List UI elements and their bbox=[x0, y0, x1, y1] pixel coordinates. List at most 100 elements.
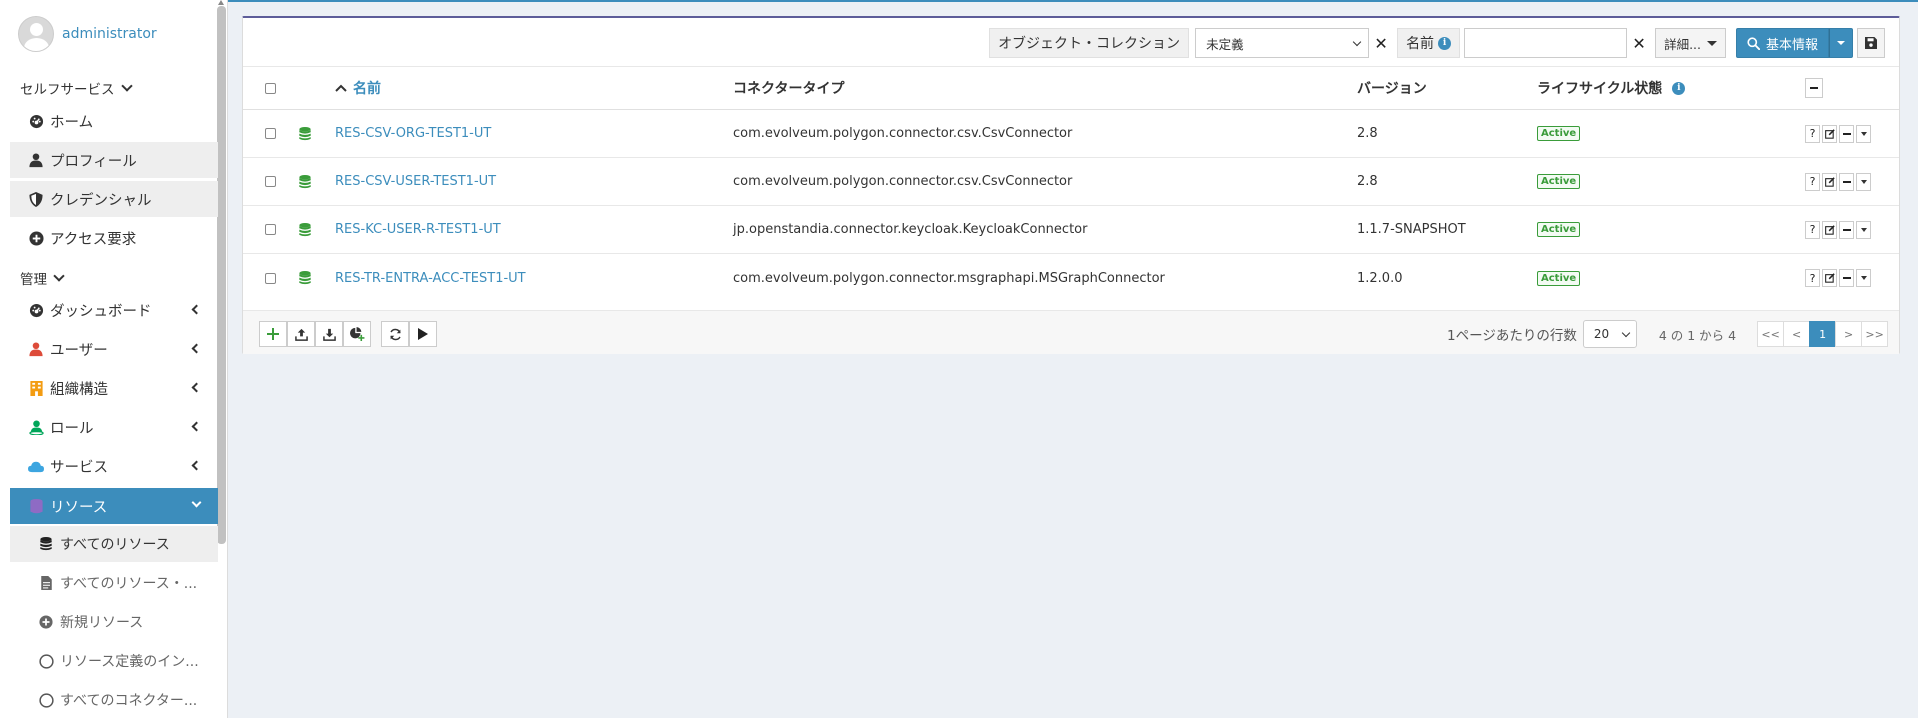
help-button[interactable]: ? bbox=[1805, 220, 1820, 239]
sidebar-item-label: ロール bbox=[50, 420, 94, 437]
sidebar-item-all-resources[interactable]: すべてのリソース bbox=[10, 526, 218, 562]
caret-down-icon bbox=[1837, 41, 1845, 45]
info-icon[interactable]: i bbox=[1672, 81, 1686, 95]
resource-name-link[interactable]: RES-TR-ENTRA-ACC-TEST1-UT bbox=[335, 254, 526, 302]
row-checkbox[interactable] bbox=[265, 128, 276, 139]
save-search-button[interactable] bbox=[1857, 28, 1885, 58]
collapse-button[interactable] bbox=[1805, 78, 1823, 98]
row-menu-button[interactable] bbox=[1856, 124, 1871, 143]
sidebar-item-dashboard[interactable]: ダッシュボード bbox=[10, 292, 218, 328]
header-actions-cell bbox=[1805, 67, 1825, 109]
sidebar-item-label: アクセス要求 bbox=[50, 231, 137, 248]
basic-info-button[interactable]: 基本情報 bbox=[1735, 28, 1829, 58]
table-row[interactable]: RES-KC-USER-R-TEST1-UT jp.openstandia.co… bbox=[243, 206, 1899, 254]
column-header-lifecycle: ライフサイクル状態 i bbox=[1537, 67, 1686, 109]
remove-button[interactable] bbox=[1839, 269, 1854, 287]
download-button[interactable] bbox=[315, 321, 343, 347]
resource-name-link[interactable]: RES-CSV-ORG-TEST1-UT bbox=[335, 110, 491, 157]
basic-info-dropdown-toggle[interactable] bbox=[1829, 28, 1853, 58]
search-toolbar: オブジェクト・コレクション 未定義 ✕ 名前 i ✕ 詳細... 基本情報 bbox=[989, 28, 1899, 58]
table-row[interactable]: RES-CSV-USER-TEST1-UT com.evolveum.polyg… bbox=[243, 158, 1899, 206]
clear-collection-icon[interactable]: ✕ bbox=[1369, 28, 1393, 58]
remove-button[interactable] bbox=[1839, 172, 1854, 191]
table-footer: 1ページあたりの行数 20 4 の 1 から 4 << < 1 > >> bbox=[243, 310, 1899, 354]
status-badge: Active bbox=[1537, 270, 1581, 286]
section-admin[interactable]: 管理 bbox=[20, 268, 65, 288]
pager-last[interactable]: >> bbox=[1861, 321, 1889, 347]
table-row[interactable]: RES-CSV-ORG-TEST1-UT com.evolveum.polygo… bbox=[243, 110, 1899, 158]
more-options-label: 詳細... bbox=[1664, 36, 1701, 52]
help-button[interactable]: ? bbox=[1805, 269, 1820, 287]
help-button[interactable]: ? bbox=[1805, 124, 1820, 143]
rows-per-page-label: 1ページあたりの行数 bbox=[1447, 328, 1577, 344]
select-all-checkbox[interactable] bbox=[265, 82, 276, 94]
pager-next[interactable]: > bbox=[1835, 321, 1863, 347]
upload-button[interactable] bbox=[287, 321, 315, 347]
remove-button[interactable] bbox=[1839, 220, 1854, 239]
sidebar-item-profile[interactable]: プロフィール bbox=[10, 142, 218, 178]
row-actions: ? bbox=[1805, 158, 1873, 205]
sidebar-item-roles[interactable]: ロール bbox=[10, 409, 218, 445]
sidebar-item-resources[interactable]: リソース bbox=[10, 488, 218, 524]
minus-icon bbox=[1842, 180, 1851, 183]
add-resource-button[interactable] bbox=[259, 321, 287, 347]
edit-button[interactable] bbox=[1822, 172, 1837, 191]
name-filter-input[interactable] bbox=[1464, 28, 1628, 58]
pager-prev[interactable]: < bbox=[1783, 321, 1811, 347]
refresh-button[interactable] bbox=[381, 321, 409, 347]
sidebar-item-new-resource[interactable]: 新規リソース bbox=[10, 604, 218, 640]
row-menu-button[interactable] bbox=[1856, 172, 1871, 191]
rows-per-page-select[interactable]: 20 bbox=[1582, 320, 1637, 348]
sidebar-item-access-request[interactable]: アクセス要求 bbox=[10, 220, 218, 256]
sidebar-item-credentials[interactable]: クレデンシャル bbox=[10, 181, 218, 217]
row-menu-button[interactable] bbox=[1856, 269, 1871, 287]
pager-page[interactable]: 1 bbox=[1809, 321, 1837, 347]
sidebar-item-users[interactable]: ユーザー bbox=[10, 331, 218, 367]
remove-button[interactable] bbox=[1839, 124, 1854, 143]
more-options-button[interactable]: 詳細... bbox=[1655, 28, 1726, 58]
clear-name-icon[interactable]: ✕ bbox=[1627, 28, 1651, 58]
caret-down-icon bbox=[1860, 131, 1867, 136]
status-badge: Active bbox=[1537, 222, 1581, 237]
sidebar-scrollbar[interactable] bbox=[217, 6, 226, 544]
pager-first[interactable]: << bbox=[1757, 321, 1785, 347]
section-self-service[interactable]: セルフサービス bbox=[20, 78, 133, 98]
sidebar-item-import-resource-def[interactable]: リソース定義のイン... bbox=[10, 643, 218, 679]
column-header-name[interactable]: 名前 bbox=[335, 67, 381, 109]
row-checkbox-cell bbox=[265, 206, 276, 253]
user-icon bbox=[28, 152, 44, 168]
object-collection-select[interactable]: 未定義 bbox=[1195, 28, 1370, 58]
edit-button[interactable] bbox=[1822, 269, 1837, 287]
row-checkbox[interactable] bbox=[265, 272, 276, 284]
edit-button[interactable] bbox=[1822, 124, 1837, 143]
row-checkbox[interactable] bbox=[265, 176, 276, 187]
username-link[interactable]: administrator bbox=[62, 26, 157, 42]
sidebar-item-all-resource-objects[interactable]: すべてのリソース・... bbox=[10, 565, 218, 601]
resource-name-link[interactable]: RES-KC-USER-R-TEST1-UT bbox=[335, 206, 501, 253]
sidebar-item-label: リソース bbox=[50, 499, 108, 516]
database-icon bbox=[299, 206, 311, 253]
table-row[interactable]: RES-TR-ENTRA-ACC-TEST1-UT com.evolveum.p… bbox=[243, 254, 1899, 302]
row-checkbox[interactable] bbox=[265, 224, 276, 235]
lifecycle-cell: Active bbox=[1537, 110, 1581, 157]
row-menu-button[interactable] bbox=[1856, 220, 1871, 239]
new-report-button[interactable] bbox=[343, 321, 371, 347]
version-cell: 2.8 bbox=[1357, 174, 1378, 189]
sidebar-item-label: プロフィール bbox=[50, 153, 137, 170]
info-icon[interactable]: i bbox=[1438, 36, 1452, 50]
scrollbar-up-arrow[interactable] bbox=[218, 0, 224, 5]
user-panel[interactable]: administrator bbox=[18, 14, 157, 54]
column-header-connector-type: コネクタータイプ bbox=[733, 81, 845, 97]
resource-name-link[interactable]: RES-CSV-USER-TEST1-UT bbox=[335, 158, 496, 205]
sidebar-item-label: ダッシュボード bbox=[50, 303, 152, 320]
sidebar-item-org[interactable]: 組織構造 bbox=[10, 370, 218, 406]
edit-button[interactable] bbox=[1822, 220, 1837, 239]
play-button[interactable] bbox=[409, 321, 437, 347]
sidebar-item-services[interactable]: サービス bbox=[10, 448, 218, 484]
sidebar-item-label: クレデンシャル bbox=[50, 192, 152, 209]
sidebar-item-all-connectors[interactable]: すべてのコネクター... bbox=[10, 682, 218, 718]
sidebar-item-home[interactable]: ホーム bbox=[10, 103, 218, 139]
avatar bbox=[18, 16, 54, 52]
help-button[interactable]: ? bbox=[1805, 172, 1820, 191]
chevron-down-icon bbox=[1621, 328, 1631, 338]
